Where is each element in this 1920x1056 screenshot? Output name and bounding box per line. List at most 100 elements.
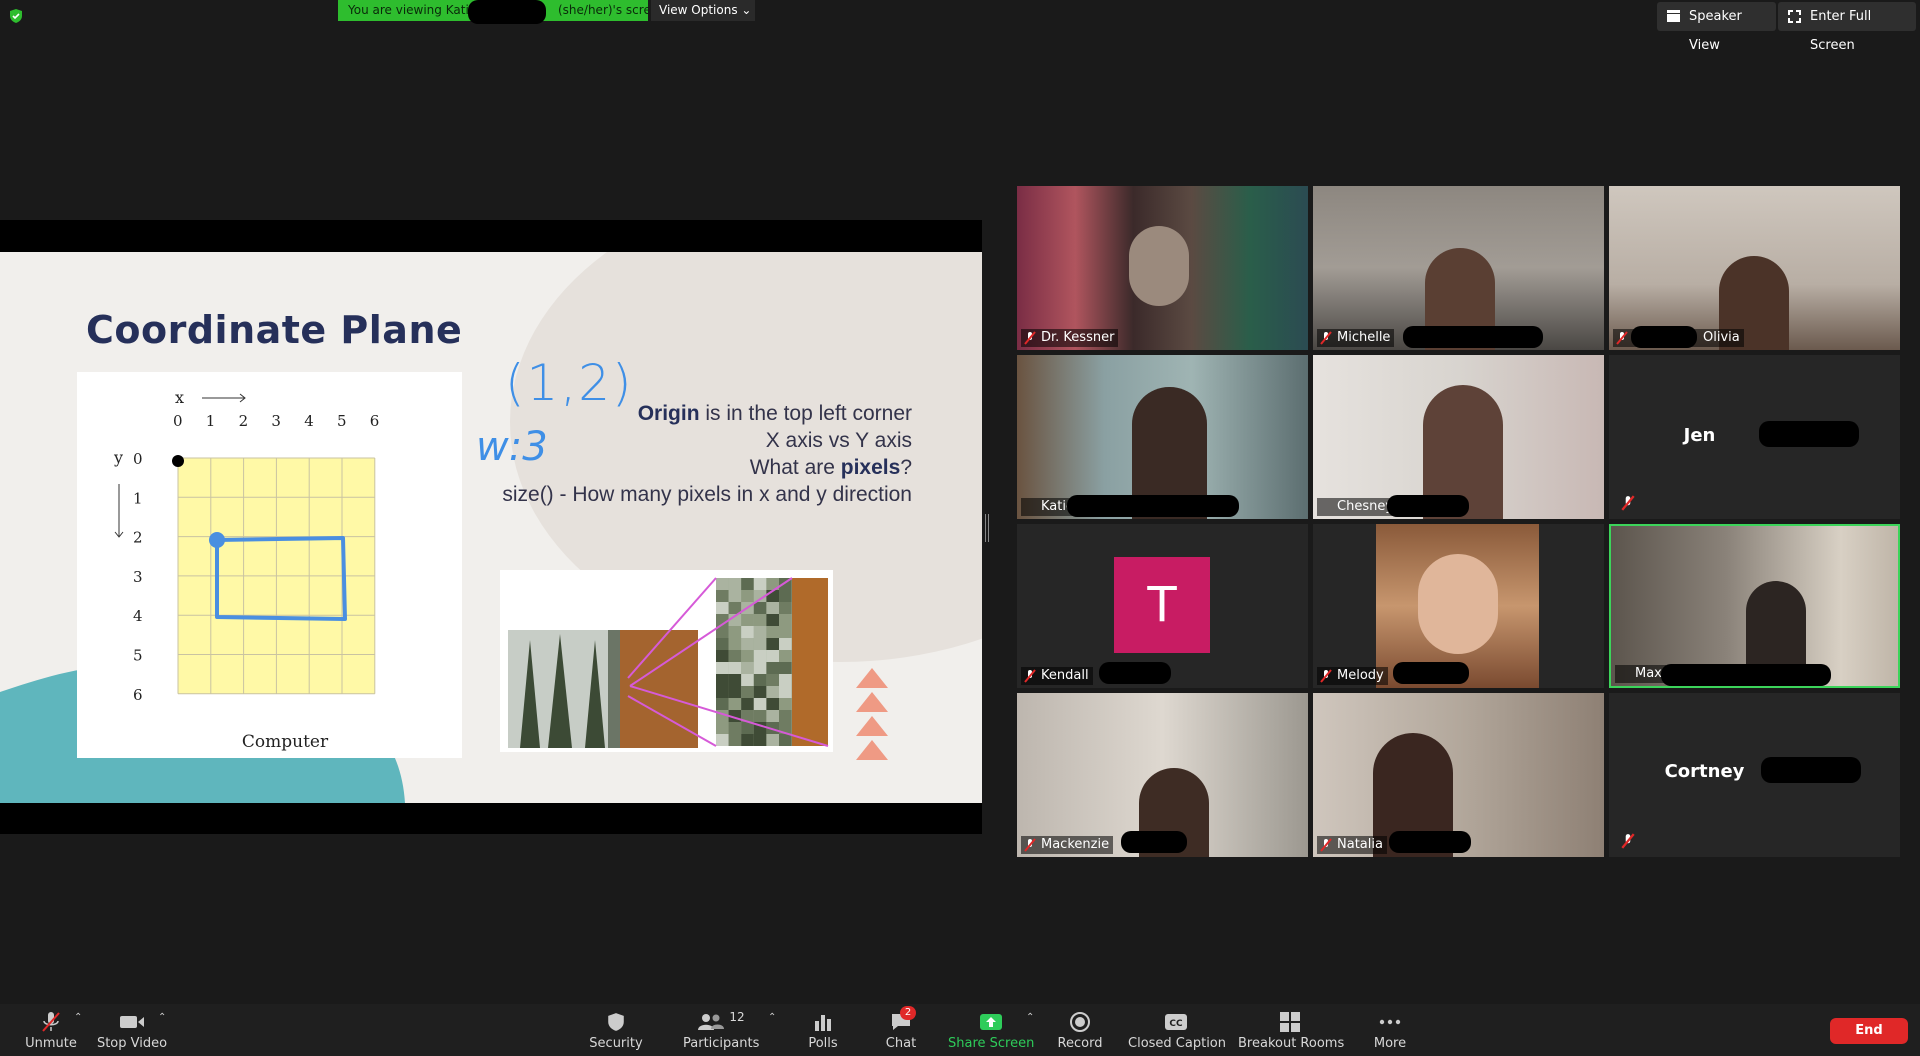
breakout-rooms-button[interactable]: Breakout Rooms [1238, 1010, 1345, 1051]
participant-tile[interactable]: Mackenzie [1017, 693, 1308, 857]
chevron-up-icon[interactable]: ⌃ [158, 1012, 166, 1023]
pixels-pre: What are [749, 456, 841, 479]
redaction [1403, 326, 1543, 348]
pixel-cell [716, 602, 729, 614]
pixel-cell [728, 722, 742, 734]
participant-tile-active-speaker[interactable]: Max [1609, 524, 1900, 688]
chat-button[interactable]: 2 Chat [878, 1006, 924, 1051]
y-tick-label: 0 [133, 450, 143, 468]
pixel-cell [779, 590, 792, 602]
redaction [1121, 831, 1187, 853]
participant-avatar: T [1114, 557, 1210, 653]
participant-tile[interactable]: Olivia [1609, 186, 1900, 350]
chevron-up-icon[interactable]: ⌃ [1026, 1012, 1034, 1023]
pixel-cell [741, 614, 754, 626]
speaker-view-icon [1667, 10, 1680, 22]
splitter-handle[interactable] [985, 514, 989, 542]
viewing-suffix: (she/her)'s screen [557, 3, 648, 17]
pixel-cell [716, 650, 729, 662]
more-button[interactable]: More [1368, 1010, 1412, 1051]
share-screen-button[interactable]: Share Screen [948, 1010, 1034, 1051]
pixel-cell [716, 674, 729, 686]
pixel-cell [766, 614, 779, 626]
x-tick-label: 2 [239, 412, 249, 430]
full-screen-label: Enter Full Screen [1810, 9, 1872, 53]
pixel-cell [728, 626, 742, 638]
end-meeting-button[interactable]: End [1830, 1018, 1908, 1044]
participant-tile[interactable]: Natalia [1313, 693, 1604, 857]
participant-name: Mackenzie [1021, 836, 1114, 854]
participants-count: 12 [729, 1010, 745, 1024]
speaker-view-button[interactable]: Speaker View [1657, 2, 1776, 53]
pixel-cell [716, 722, 729, 734]
redaction [1761, 757, 1861, 783]
security-button[interactable]: Security [585, 1010, 647, 1051]
muted-mic-icon [1024, 669, 1036, 683]
pixel-cell [766, 686, 779, 698]
participants-button[interactable]: 12 Participants [683, 1010, 759, 1051]
polls-button[interactable]: Polls [800, 1010, 846, 1051]
redaction [1389, 831, 1471, 853]
y-axis-label: y [113, 448, 123, 467]
viewing-text: You are viewing Katie [348, 3, 480, 17]
participant-tile[interactable]: Michelle [1313, 186, 1604, 350]
speaker-view-label: Speaker View [1689, 9, 1742, 53]
redaction [1393, 662, 1469, 684]
participant-tile[interactable]: Melody [1313, 524, 1604, 688]
pixel-cell [779, 602, 792, 614]
polls-icon [815, 1015, 831, 1031]
muted-mic-icon [1616, 331, 1628, 345]
shield-icon[interactable] [8, 8, 24, 24]
muted-mic-icon [1024, 838, 1036, 852]
record-button[interactable]: Record [1055, 1010, 1105, 1051]
breakout-rooms-icon [1280, 1012, 1300, 1032]
pixel-cell [753, 578, 767, 590]
muted-mic-icon [1320, 669, 1332, 683]
pixel-cell [779, 638, 792, 650]
pixel-cell [766, 710, 779, 722]
participant-tile[interactable]: Chesney [1313, 355, 1604, 519]
pixel-cell [741, 638, 754, 650]
redaction [1067, 495, 1239, 517]
closed-caption-label: Closed Caption [1128, 1036, 1226, 1051]
view-options-button[interactable]: View Options ⌄ [651, 0, 755, 21]
pixel-cell [766, 698, 779, 710]
pixel-cell [766, 650, 779, 662]
redaction [1387, 495, 1469, 517]
y-tick-label: 5 [133, 647, 143, 665]
breakout-rooms-label: Breakout Rooms [1238, 1036, 1345, 1051]
unmute-label: Unmute [25, 1036, 77, 1051]
origin-rest: is in the top left corner [699, 402, 912, 425]
chevron-up-icon[interactable]: ⌃ [768, 1012, 776, 1023]
chat-label: Chat [885, 1036, 917, 1051]
participant-name: Chesney [1317, 498, 1398, 516]
x-tick-label: 3 [271, 412, 281, 430]
participant-tile[interactable]: T Kendall [1017, 524, 1308, 688]
participant-name: Kendall [1021, 667, 1093, 685]
participant-tile[interactable]: Katie [1017, 355, 1308, 519]
muted-mic-icon [1320, 838, 1332, 852]
participant-tile[interactable]: Cortney [1609, 693, 1900, 857]
y-tick-label: 4 [133, 607, 143, 625]
enter-full-screen-button[interactable]: Enter Full Screen [1778, 2, 1916, 53]
closed-caption-button[interactable]: CC Closed Caption [1128, 1010, 1226, 1051]
pixel-cell [716, 686, 729, 698]
pixel-cell [779, 626, 792, 638]
shield-icon [608, 1013, 624, 1031]
participant-tile[interactable]: Jen [1609, 355, 1900, 519]
participant-tile[interactable]: Dr. Kessner [1017, 186, 1308, 350]
handwritten-coords: (1,2) [505, 354, 634, 412]
drawn-point [209, 532, 225, 548]
pixel-cell [728, 674, 742, 686]
y-tick-label: 6 [133, 686, 143, 704]
pixel-cell [728, 698, 742, 710]
pixel-cell [779, 614, 792, 626]
pixel-cell [766, 734, 779, 746]
pixels-post: ? [900, 456, 912, 479]
pixel-cell [779, 734, 792, 746]
participant-name: Dr. Kessner [1021, 329, 1119, 347]
redaction [1099, 662, 1171, 684]
pixel-cell [753, 662, 767, 674]
unmute-button[interactable]: Unmute [20, 1010, 82, 1051]
chevron-up-icon[interactable]: ⌃ [74, 1012, 82, 1023]
